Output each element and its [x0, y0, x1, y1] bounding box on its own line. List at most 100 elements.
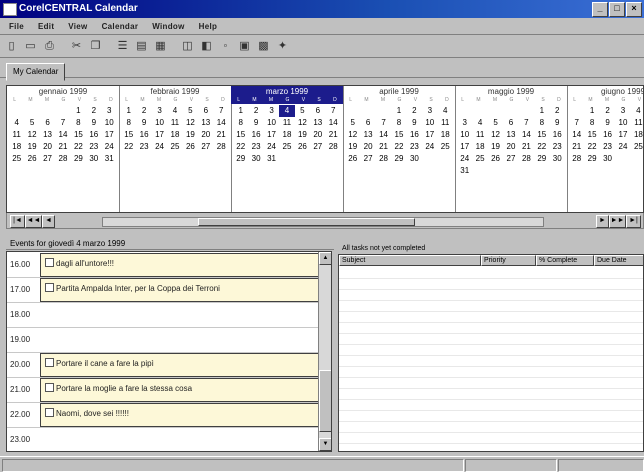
event-item[interactable]: dagli all'untore!!! — [45, 258, 114, 268]
day-cell[interactable]: 17 — [102, 129, 117, 141]
day-cell[interactable]: 31 — [102, 153, 117, 165]
day-cell[interactable]: 26 — [24, 153, 39, 165]
day-cell[interactable]: 18 — [9, 141, 24, 153]
day-cell[interactable]: 28 — [519, 153, 534, 165]
day-cell[interactable]: 11 — [9, 129, 24, 141]
menu-calendar[interactable]: Calendar — [99, 22, 142, 31]
day-cell[interactable]: 22 — [233, 141, 248, 153]
day-cell[interactable]: 26 — [488, 153, 503, 165]
day-cell[interactable]: 15 — [233, 129, 248, 141]
day-cell[interactable]: 5 — [345, 117, 360, 129]
day-cell[interactable]: 23 — [550, 141, 565, 153]
day-cell[interactable]: 21 — [569, 141, 584, 153]
day-cell[interactable]: 25 — [631, 141, 643, 153]
event-checkbox-icon[interactable] — [45, 358, 54, 367]
last-month-button[interactable]: ►| — [626, 215, 641, 228]
day-cell[interactable]: 22 — [121, 141, 136, 153]
day-cell[interactable]: 29 — [534, 153, 549, 165]
day-cell[interactable]: 14 — [326, 117, 341, 129]
day-cell[interactable]: 9 — [550, 117, 565, 129]
new-task-icon[interactable]: ◧ — [198, 38, 215, 55]
day-cell[interactable]: 23 — [600, 141, 615, 153]
day-cell[interactable]: 14 — [569, 129, 584, 141]
day-cell[interactable]: 6 — [198, 105, 213, 117]
day-cell[interactable]: 13 — [310, 117, 325, 129]
event-item[interactable]: Portare il cane a fare la pipì — [45, 358, 154, 368]
day-cell[interactable]: 30 — [550, 153, 565, 165]
maximize-button[interactable]: □ — [609, 2, 625, 17]
day-cell[interactable]: 16 — [86, 129, 101, 141]
day-cell[interactable]: 25 — [438, 141, 453, 153]
day-cell[interactable]: 22 — [534, 141, 549, 153]
day-cell[interactable]: 2 — [248, 105, 263, 117]
day-cell[interactable]: 23 — [248, 141, 263, 153]
time-slot[interactable]: 21.00 Portare la moglie a fare la stessa … — [7, 377, 320, 403]
menu-file[interactable]: File — [6, 22, 27, 31]
tab-my-calendar[interactable]: My Calendar — [6, 63, 66, 81]
day-cell[interactable]: 25 — [167, 141, 182, 153]
address-book-icon[interactable]: ▩ — [255, 38, 272, 55]
day-cell[interactable]: 21 — [55, 141, 70, 153]
menu-window[interactable]: Window — [149, 22, 187, 31]
day-cell[interactable]: 20 — [198, 129, 213, 141]
day-cell[interactable]: 11 — [167, 117, 182, 129]
day-cell[interactable]: 8 — [233, 117, 248, 129]
day-cell[interactable]: 5 — [488, 117, 503, 129]
day-cell[interactable]: 22 — [584, 141, 599, 153]
column-percent-complete[interactable]: % Complete — [536, 255, 594, 266]
month-scrollbar[interactable] — [102, 217, 544, 227]
day-cell[interactable]: 4 — [167, 105, 182, 117]
day-cell[interactable]: 2 — [86, 105, 101, 117]
day-cell[interactable]: 9 — [248, 117, 263, 129]
day-cell[interactable]: 22 — [391, 141, 406, 153]
day-cell[interactable]: 28 — [214, 141, 229, 153]
day-cell[interactable]: 28 — [326, 141, 341, 153]
day-cell[interactable]: 3 — [422, 105, 437, 117]
day-cell[interactable]: 18 — [167, 129, 182, 141]
day-cell[interactable]: 7 — [326, 105, 341, 117]
day-cell[interactable]: 5 — [24, 117, 39, 129]
day-cell[interactable]: 19 — [183, 129, 198, 141]
time-slot[interactable]: 16.00 dagli all'untore!!! — [7, 252, 320, 278]
day-cell[interactable]: 31 — [457, 165, 472, 177]
day-cell[interactable]: 3 — [615, 105, 630, 117]
day-cell[interactable]: 1 — [71, 105, 86, 117]
time-slot[interactable]: 18.00 — [7, 302, 319, 328]
day-cell[interactable]: 2 — [136, 105, 151, 117]
day-cell[interactable]: 27 — [198, 141, 213, 153]
scroll-up-button[interactable]: ▲ — [319, 252, 331, 265]
day-cell[interactable]: 4 — [631, 105, 643, 117]
day-cell[interactable]: 25 — [9, 153, 24, 165]
day-cell[interactable]: 11 — [472, 129, 487, 141]
day-cell[interactable]: 21 — [326, 129, 341, 141]
day-cell[interactable]: 1 — [584, 105, 599, 117]
day-cell[interactable]: 24 — [615, 141, 630, 153]
day-cell[interactable]: 16 — [407, 129, 422, 141]
day-cell[interactable]: 15 — [534, 129, 549, 141]
day-cell[interactable]: 26 — [345, 153, 360, 165]
day-cell[interactable]: 24 — [152, 141, 167, 153]
day-cell[interactable]: 7 — [569, 117, 584, 129]
day-cell[interactable]: 20 — [310, 129, 325, 141]
day-cell[interactable]: 29 — [71, 153, 86, 165]
day-cell[interactable]: 14 — [55, 129, 70, 141]
menu-help[interactable]: Help — [196, 22, 221, 31]
day-cell[interactable]: 17 — [615, 129, 630, 141]
day-view-icon[interactable]: ☰ — [114, 38, 131, 55]
day-cell[interactable]: 1 — [391, 105, 406, 117]
month-title[interactable]: giugno 1999 — [567, 86, 643, 97]
event-item[interactable]: Portare la moglie a fare la stessa cosa — [45, 383, 192, 393]
new-icon[interactable]: ▯ — [3, 38, 20, 55]
day-cell[interactable]: 9 — [407, 117, 422, 129]
day-cell[interactable]: 31 — [264, 153, 279, 165]
day-cell[interactable]: 28 — [376, 153, 391, 165]
day-cell[interactable]: 10 — [457, 129, 472, 141]
day-cell[interactable]: 11 — [631, 117, 643, 129]
day-cell[interactable]: 20 — [40, 141, 55, 153]
day-cell[interactable]: 6 — [503, 117, 518, 129]
day-cell[interactable]: 5 — [295, 105, 310, 117]
day-cell[interactable]: 5 — [183, 105, 198, 117]
day-cell[interactable]: 19 — [345, 141, 360, 153]
events-scrollbar[interactable]: ▲ ▼ — [318, 252, 331, 451]
day-cell[interactable]: 10 — [422, 117, 437, 129]
